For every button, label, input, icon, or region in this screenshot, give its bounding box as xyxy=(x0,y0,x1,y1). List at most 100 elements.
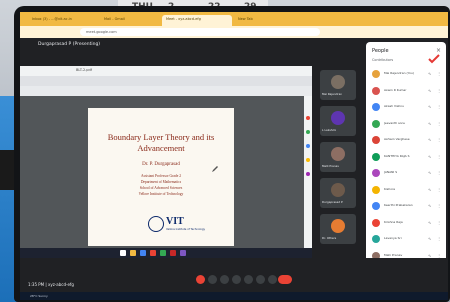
slide-title-line-2: Advancement xyxy=(137,143,185,153)
app-icon xyxy=(180,250,186,256)
participant-tile-name: Dr. Others xyxy=(322,236,337,240)
more-icon[interactable]: ⋮ xyxy=(437,121,442,126)
participant-tile[interactable]: Mai Rajendran xyxy=(320,70,356,100)
more-icon[interactable]: ⋮ xyxy=(437,71,442,76)
people-panel-subtitle: Contributors xyxy=(372,58,394,62)
participant-row[interactable]: Aswin R Kumar ∿ ⋮ xyxy=(370,85,444,98)
mic-icon: ∿ xyxy=(428,236,432,241)
windows-taskbar: 28°C Sunny xyxy=(20,292,448,300)
more-icon[interactable]: ⋮ xyxy=(437,220,442,225)
mic-icon: ∿ xyxy=(428,120,432,126)
participant-row[interactable]: Akash Vishnu ∿ ⋮ xyxy=(370,101,444,114)
avatar xyxy=(372,235,380,243)
avatar xyxy=(372,185,380,194)
camera-icon[interactable] xyxy=(208,275,217,284)
participant-name: KANTHIYA RAJA S xyxy=(384,153,410,158)
emoji-icon[interactable] xyxy=(232,275,241,284)
people-panel-title: People xyxy=(372,48,389,54)
slide-affiliation-line: Vellore Institute of Technology xyxy=(138,192,184,196)
pdf-address-row: C:/Users/MATHEMATICS/Desktop/BLT-2.pdf xyxy=(20,76,312,94)
participant-row[interactable]: Kishore ∿ ⋮ xyxy=(370,184,444,197)
participant-tile-name: Mai Rajendran xyxy=(322,92,343,96)
mic-icon: ∿ xyxy=(428,71,432,76)
participant-name: Aswin R Kumar xyxy=(384,87,407,92)
participant-name: Mai Rajendran (You) xyxy=(384,71,414,75)
mic-icon: ∿ xyxy=(428,203,432,208)
more-icon[interactable] xyxy=(268,275,277,284)
start-icon xyxy=(120,250,126,256)
participant-name: Jeevanth sonu xyxy=(384,120,406,125)
more-icon[interactable]: ⋮ xyxy=(437,137,442,142)
participant-tile-name: Malli Pranav xyxy=(322,164,339,168)
mic-icon: ∿ xyxy=(428,153,432,159)
pen-cursor-icon xyxy=(212,166,218,172)
browser-tab[interactable]: New Tab xyxy=(234,15,284,26)
more-icon[interactable]: ⋮ xyxy=(437,154,442,159)
avatar xyxy=(372,103,380,111)
more-icon[interactable]: ⋮ xyxy=(437,104,442,109)
avatar xyxy=(372,70,380,78)
participant-tile[interactable]: Durgaprasad P xyxy=(320,178,356,208)
color-dot-icon[interactable] xyxy=(306,158,310,162)
pdf-toolbar xyxy=(20,86,312,96)
avatar xyxy=(372,119,380,128)
more-icon[interactable]: ⋮ xyxy=(437,170,442,175)
more-icon[interactable]: ⋮ xyxy=(437,88,442,93)
color-dot-icon[interactable] xyxy=(306,116,310,120)
participant-row[interactable]: JANANI S ∿ ⋮ xyxy=(370,167,444,180)
browser-tab[interactable]: Mail - Gmail xyxy=(100,15,160,26)
slide-title-line-1: Boundary Layer Theory and its xyxy=(107,132,215,142)
pdf-app-icon xyxy=(170,250,176,256)
avatar xyxy=(372,136,380,144)
participant-tile[interactable]: L Lakshmi xyxy=(320,106,356,136)
folder-icon xyxy=(130,250,136,256)
color-dot-icon[interactable] xyxy=(306,130,310,134)
avatar xyxy=(372,169,380,177)
slide-affiliation-line: School of Advanced Sciences xyxy=(139,186,183,190)
avatar xyxy=(372,218,380,227)
participant-row[interactable]: Keerthi Prabakaran ∿ ⋮ xyxy=(370,200,444,213)
browser-tab[interactable]: Inbox (3) - ...@vit.ac.in xyxy=(28,15,98,26)
mic-icon[interactable] xyxy=(196,275,205,284)
participant-row[interactable]: Krishna Raja ∿ ⋮ xyxy=(370,217,444,230)
more-icon[interactable]: ⋮ xyxy=(437,203,442,208)
color-dot-icon[interactable] xyxy=(306,144,310,148)
participant-row[interactable]: Mai Rajendran (You) ∿ ⋮ xyxy=(370,68,444,81)
mic-icon: ∿ xyxy=(428,87,432,93)
captions-icon[interactable] xyxy=(220,275,229,284)
participant-tile-name: Durgaprasad P xyxy=(322,200,343,204)
weather-text: 28°C Sunny xyxy=(30,294,48,298)
browser-tab-active[interactable]: Meet - xyz-abcd-efg xyxy=(162,15,232,26)
more-icon[interactable]: ⋮ xyxy=(437,236,442,241)
title-slide: Boundary Layer Theory and its Advancemen… xyxy=(88,108,234,246)
more-icon[interactable]: ⋮ xyxy=(437,187,442,192)
avatar xyxy=(331,183,345,197)
mic-icon: ∿ xyxy=(428,137,432,142)
address-bar[interactable]: meet.google.com xyxy=(80,28,320,36)
mic-icon: ∿ xyxy=(428,104,432,109)
monitor-screen: Inbox (3) - ...@vit.ac.in Mail - Gmail M… xyxy=(20,12,448,300)
end-call-button[interactable] xyxy=(278,275,292,284)
avatar xyxy=(331,147,345,161)
color-dot-icon[interactable] xyxy=(306,172,310,176)
mic-icon: ∿ xyxy=(428,186,432,192)
participant-row[interactable]: Ashwin Varghese ∿ ⋮ xyxy=(370,134,444,147)
participant-row[interactable]: Lavanya Sri ∿ ⋮ xyxy=(370,233,444,246)
participant-name: Malli Pranav xyxy=(384,252,403,257)
app-icon xyxy=(150,250,156,256)
more-icon[interactable]: ⋮ xyxy=(437,253,442,258)
browser-tab-strip: Inbox (3) - ...@vit.ac.in Mail - Gmail M… xyxy=(20,12,448,26)
participant-name: Akash Vishnu xyxy=(384,104,405,108)
slide-title: Boundary Layer Theory and its Advancemen… xyxy=(88,132,234,154)
hand-icon[interactable] xyxy=(256,275,265,284)
participant-tile[interactable]: Malli Pranav xyxy=(320,142,356,172)
participant-tile[interactable]: Dr. Others xyxy=(320,214,356,244)
avatar xyxy=(372,86,380,95)
slide-affiliation-line: Assistant Professor Grade 2 xyxy=(140,174,182,178)
present-icon[interactable] xyxy=(244,275,253,284)
avatar xyxy=(331,111,345,125)
shared-screen: BLT-2.pdf C:/Users/MATHEMATICS/Desktop/B… xyxy=(20,66,312,258)
participant-row[interactable]: Jeevanth sonu ∿ ⋮ xyxy=(370,118,444,131)
shared-taskbar xyxy=(20,248,312,258)
participant-row[interactable]: KANTHIYA RAJA S ∿ ⋮ xyxy=(370,151,444,164)
